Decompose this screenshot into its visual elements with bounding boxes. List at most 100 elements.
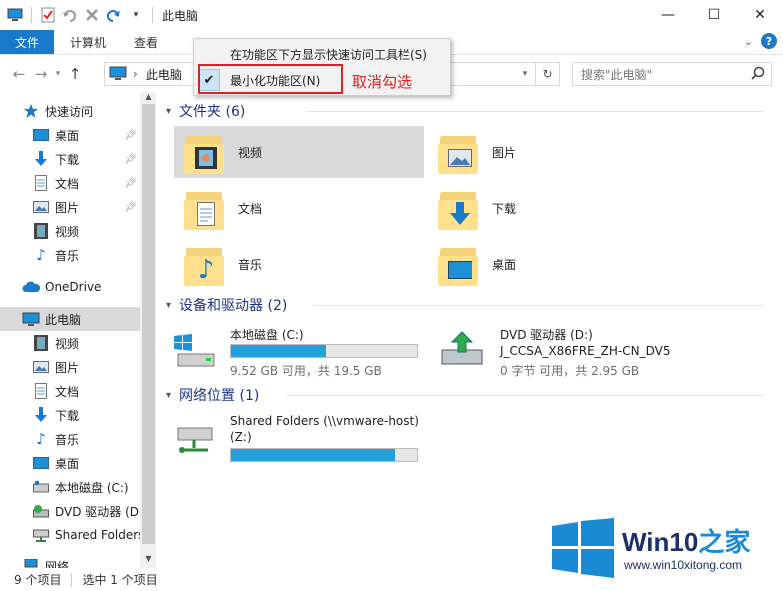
scroll-up-icon[interactable]: ▲ [140,92,156,101]
group-devices[interactable]: ▾ 设备和驱动器 (2) [166,294,776,316]
ribbon-controls: ⌄ ? [744,33,777,49]
nav-scrollbar[interactable]: ▲ ▼ [140,92,156,568]
breadcrumb-this-pc[interactable]: 此电脑 [146,66,182,83]
collapse-chevron-icon[interactable]: ▾ [166,300,171,311]
selected-count: 选中 1 个项目 [82,573,158,587]
cloud-icon [22,279,40,295]
group-network-locations[interactable]: ▾ 网络位置 (1) [166,384,776,406]
nav-label: 视频 [55,224,80,239]
folder-videos[interactable]: 视频 [174,126,424,178]
nav-item-onedrive[interactable]: OneDrive [0,275,140,299]
collapse-chevron-icon[interactable]: ▾ [166,106,171,117]
nav-label: 音乐 [55,432,80,447]
folder-icon [436,184,480,232]
refresh-icon[interactable]: ↻ [535,63,559,85]
nav-label: 文档 [55,176,80,191]
maximize-button[interactable]: ☐ [691,0,737,30]
nav-item-desktop[interactable]: 桌面 📌︎ [0,123,140,147]
nav-item-shared-folders[interactable]: Shared Folders [0,523,140,547]
folder-icon [436,128,480,176]
drive-label: J_CCSA_X86FRE_ZH-CN_DV5 [500,344,671,358]
expand-ribbon-chevron-icon[interactable]: ⌄ [744,35,753,48]
scroll-down-icon[interactable]: ▼ [140,554,156,563]
address-dropdown-icon[interactable]: ▾ [517,63,533,85]
folder-label: 视频 [238,145,263,160]
drive-c[interactable]: 本地磁盘 (C:) 9.52 GB 可用，共 19.5 GB [160,322,420,380]
download-arrow-icon [32,407,50,423]
computer-icon[interactable] [6,6,24,24]
nav-item-downloads[interactable]: 下载 📌︎ [0,147,140,171]
customize-toolbar-chevron-icon[interactable]: ▾ [127,6,145,24]
nav-item-pc-videos[interactable]: 视频 [0,331,140,355]
group-folders[interactable]: ▾ 文件夹 (6) [166,100,776,122]
nav-item-this-pc[interactable]: 此电脑 [0,307,140,331]
group-title: 设备和驱动器 (2) [179,298,288,314]
folder-label: 图片 [492,145,517,160]
delete-icon[interactable] [83,6,101,24]
close-button[interactable]: ✕ [737,0,783,30]
properties-icon[interactable] [39,6,57,24]
nav-label: 桌面 [55,456,80,471]
nav-item-quick-access[interactable]: 快速访问 [0,99,140,123]
nav-item-documents[interactable]: 文档 📌︎ [0,171,140,195]
tab-view[interactable]: 查看 [120,30,172,54]
pin-icon[interactable]: 📌︎ [124,178,137,189]
back-arrow-icon[interactable]: ← [8,63,30,85]
tab-computer[interactable]: 计算机 [56,30,120,54]
folder-label: 下载 [492,201,517,216]
nav-item-music[interactable]: ♪ 音乐 [0,243,140,267]
nav-label: 快速访问 [45,104,94,119]
nav-label: DVD 驱动器 (D: [55,504,140,519]
folder-pictures[interactable]: 图片 [428,126,678,178]
folder-downloads[interactable]: 下载 [428,182,678,234]
help-icon[interactable]: ? [761,33,777,49]
divider [314,305,764,306]
share-usage-fill [231,449,395,461]
undo-icon[interactable] [61,6,79,24]
pin-icon[interactable]: 📌︎ [124,202,137,213]
search-input[interactable]: 搜索"此电脑" [572,62,772,86]
folder-documents[interactable]: 文档 [174,182,424,234]
redo-icon[interactable] [105,6,123,24]
document-icon [32,383,50,399]
network-share[interactable]: Shared Folders (\\vmware-host) (Z:) [160,410,440,468]
nav-item-pc-downloads[interactable]: 下载 [0,403,140,427]
toolbar-divider [31,7,32,23]
breadcrumb-chevron-icon[interactable]: › [133,67,138,81]
scrollbar-thumb[interactable] [142,104,155,544]
nav-item-dvd-drive[interactable]: DVD 驱动器 (D: [0,499,140,523]
forward-arrow-icon[interactable]: → [30,63,52,85]
minimize-button[interactable]: — [645,0,691,30]
folder-icon [182,184,226,232]
nav-item-network[interactable]: 网络 [0,554,140,568]
tab-file[interactable]: 文件 [0,30,54,54]
folder-icon [436,240,480,288]
nav-item-pictures[interactable]: 图片 📌︎ [0,195,140,219]
nav-item-pc-desktop[interactable]: 桌面 [0,451,140,475]
nav-label: 文档 [55,384,80,399]
nav-item-pc-documents[interactable]: 文档 [0,379,140,403]
pin-icon[interactable]: 📌︎ [124,130,137,141]
video-film-icon [32,335,50,351]
item-count: 9 个项目 [14,573,62,587]
recent-locations-chevron-icon[interactable]: ▾ [52,63,64,85]
drive-d[interactable]: DVD 驱动器 (D:) J_CCSA_X86FRE_ZH-CN_DV5 0 字… [430,322,730,380]
video-film-icon [32,223,50,239]
collapse-chevron-icon[interactable]: ▾ [166,390,171,401]
quick-access-toolbar: ▾ [0,0,156,30]
window-title: 此电脑 [162,8,199,23]
drive-usage-fill [231,345,326,357]
nav-item-pc-music[interactable]: ♪ 音乐 [0,427,140,451]
up-arrow-icon[interactable]: ↑ [64,63,86,85]
divider [286,395,764,396]
document-icon [194,202,218,226]
nav-item-pc-pictures[interactable]: 图片 [0,355,140,379]
nav-label: 下载 [55,408,80,423]
folder-music[interactable]: ♪ 音乐 [174,238,424,290]
nav-item-local-disk[interactable]: 本地磁盘 (C:) [0,475,140,499]
pin-icon[interactable]: 📌︎ [124,154,137,165]
share-name: Shared Folders (\\vmware-host) [230,414,419,428]
search-icon [751,66,765,83]
folder-desktop[interactable]: 桌面 [428,238,678,290]
nav-item-videos[interactable]: 视频 [0,219,140,243]
